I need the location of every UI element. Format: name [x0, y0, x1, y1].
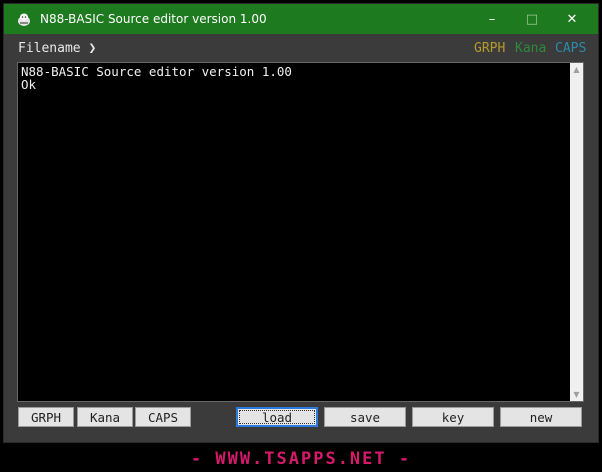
window-title: N88-BASIC Source editor version 1.00 — [40, 12, 267, 26]
status-bar: Filename ❯ GRPH Kana CAPS — [4, 36, 598, 60]
scroll-up-icon[interactable]: ▲ — [570, 63, 583, 76]
editor-window: N88-BASIC Source editor version 1.00 – □… — [3, 3, 599, 443]
grph-indicator: GRPH — [474, 41, 506, 56]
watermark-text: - WWW.TSAPPS.NET - — [190, 449, 412, 469]
vertical-scrollbar[interactable]: ▲ ▼ — [570, 63, 583, 401]
app-icon — [18, 13, 30, 26]
kana-indicator: Kana — [515, 41, 547, 56]
minimize-icon: – — [488, 11, 496, 27]
filename-label: Filename ❯ — [18, 41, 97, 56]
function-button-bar: GRPH Kana CAPS load save key new — [4, 406, 598, 432]
close-button[interactable]: ✕ — [552, 4, 592, 34]
title-bar[interactable]: N88-BASIC Source editor version 1.00 – □… — [4, 4, 598, 34]
key-button[interactable]: key — [412, 407, 494, 427]
kana-button[interactable]: Kana — [77, 407, 133, 427]
minimize-button[interactable]: – — [472, 4, 512, 34]
maximize-icon: □ — [525, 11, 539, 27]
editor-text[interactable]: N88-BASIC Source editor version 1.00 Ok — [21, 65, 561, 395]
maximize-button[interactable]: □ — [512, 4, 552, 34]
save-button[interactable]: save — [324, 407, 406, 427]
load-button[interactable]: load — [236, 407, 318, 427]
caps-button[interactable]: CAPS — [135, 407, 191, 427]
new-button[interactable]: new — [500, 407, 582, 427]
close-icon: ✕ — [566, 11, 578, 27]
grph-button[interactable]: GRPH — [18, 407, 74, 427]
caps-indicator: CAPS — [555, 41, 587, 56]
scroll-down-icon[interactable]: ▼ — [570, 388, 583, 401]
source-editor[interactable]: N88-BASIC Source editor version 1.00 Ok … — [17, 62, 584, 402]
